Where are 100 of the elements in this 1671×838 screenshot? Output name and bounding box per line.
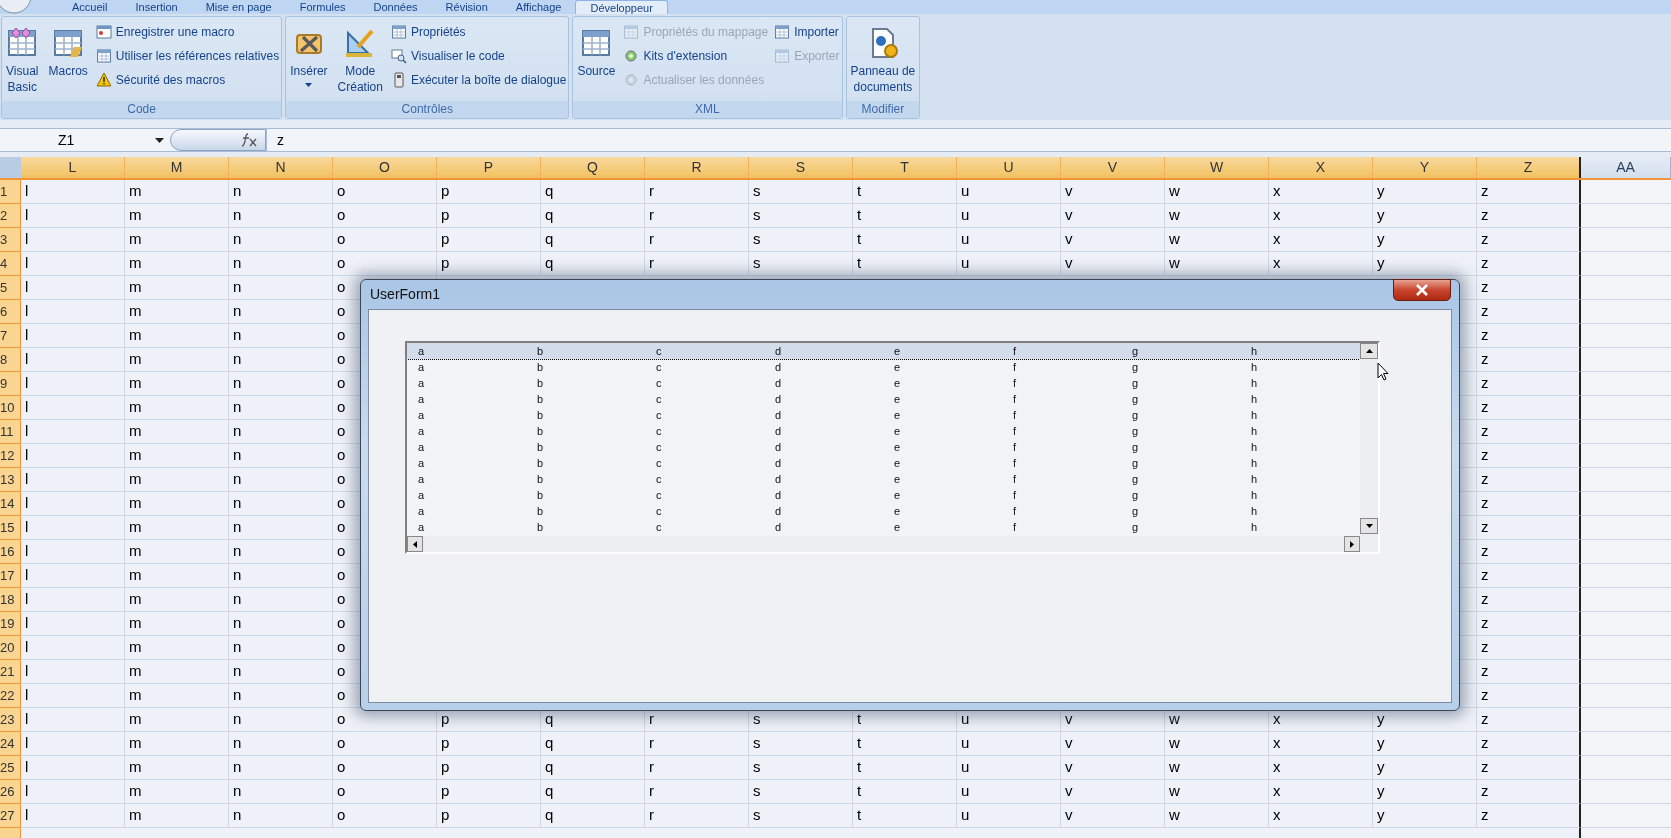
table-cell: x: [1269, 804, 1373, 828]
table-cell: n: [229, 588, 333, 612]
ribbon-button[interactable]: Visual Basic: [4, 21, 41, 101]
column-header[interactable]: R: [645, 157, 749, 178]
ribbon-button[interactable]: Insérer: [288, 21, 330, 101]
row-header[interactable]: 18: [0, 588, 21, 612]
record-icon: [95, 24, 112, 40]
scroll-down-button[interactable]: [1360, 518, 1378, 534]
row-header[interactable]: 12: [0, 444, 21, 468]
name-box[interactable]: Z1: [0, 129, 170, 151]
close-button[interactable]: [1393, 278, 1451, 301]
column-header[interactable]: W: [1165, 157, 1269, 178]
table-cell: m: [125, 660, 229, 684]
table-cell: m: [125, 276, 229, 300]
column-header[interactable]: L: [21, 157, 125, 178]
column-header[interactable]: V: [1061, 157, 1165, 178]
column-header[interactable]: O: [333, 157, 437, 178]
column-header[interactable]: P: [437, 157, 541, 178]
column-header[interactable]: Y: [1373, 157, 1477, 178]
scroll-left-button[interactable]: [407, 536, 423, 552]
row-header[interactable]: 24: [0, 732, 21, 756]
column-header[interactable]: X: [1269, 157, 1373, 178]
ribbon-button[interactable]: Macros: [46, 21, 90, 101]
row-header[interactable]: 3: [0, 228, 21, 252]
column-header[interactable]: S: [749, 157, 853, 178]
ribbon-button[interactable]: Mode Création: [335, 21, 385, 101]
ribbon-button[interactable]: Kits d'extension: [623, 47, 769, 65]
column-header[interactable]: T: [853, 157, 957, 178]
formula-handle[interactable]: [170, 129, 266, 151]
scroll-up-button[interactable]: [1360, 343, 1378, 359]
row-header[interactable]: 6: [0, 300, 21, 324]
table-cell: n: [229, 780, 333, 804]
ribbon-button[interactable]: Propriétés: [390, 23, 567, 41]
list-row[interactable]: a b c d e f g h: [407, 343, 1360, 359]
ribbon-tab[interactable]: Affichage: [501, 0, 576, 14]
ribbon-tab[interactable]: Révision: [431, 0, 502, 14]
table-cell: n: [229, 396, 333, 420]
column-header[interactable]: N: [229, 157, 333, 178]
table-cell: y: [1373, 804, 1477, 828]
ribbon-button[interactable]: Exécuter la boîte de dialogue: [390, 71, 567, 89]
table-cell: l: [21, 684, 125, 708]
row-header[interactable]: 10: [0, 396, 21, 420]
ribbon-button[interactable]: Sécurité des macros: [95, 71, 280, 89]
row-header[interactable]: 7: [0, 324, 21, 348]
column-header[interactable]: Q: [541, 157, 645, 178]
row-header[interactable]: 9: [0, 372, 21, 396]
row-header[interactable]: 8: [0, 348, 21, 372]
row-header[interactable]: 1: [0, 180, 21, 204]
table-cell: p: [437, 228, 541, 252]
ribbon-button[interactable]: Enregistrer une macro: [95, 23, 280, 41]
table-cell: m: [125, 564, 229, 588]
row-header[interactable]: 17: [0, 564, 21, 588]
table-cell: l: [21, 516, 125, 540]
row-header[interactable]: 25: [0, 756, 21, 780]
formula-field[interactable]: z: [266, 129, 1671, 151]
table-cell: y: [1373, 204, 1477, 228]
table-cell: w: [1165, 252, 1269, 276]
ribbon-button[interactable]: Visualiser le code: [390, 47, 567, 65]
row-header[interactable]: 13: [0, 468, 21, 492]
row-header[interactable]: 16: [0, 540, 21, 564]
list-box[interactable]: a b c d e f g h a b c d e f g h a b c d e f g h a b c d e f g h a b c d e f g h a b c d e f g h a b c d e f g h a b c d e f g h a b c d e f g h a b c d e f g h a b c d e f g h a b c d e f g h: [405, 341, 1380, 554]
row-header[interactable]: 11: [0, 420, 21, 444]
table-cell: x: [1269, 780, 1373, 804]
ribbon-button[interactable]: Utiliser les références relatives: [95, 47, 280, 65]
column-header[interactable]: U: [957, 157, 1061, 178]
row-header[interactable]: 19: [0, 612, 21, 636]
scroll-right-button[interactable]: [1344, 536, 1360, 552]
ribbon-button[interactable]: Panneau de documents: [848, 21, 918, 101]
ribbon-tab[interactable]: Formules: [285, 0, 360, 14]
table-cell: s: [749, 780, 853, 804]
function-icon[interactable]: [241, 133, 259, 147]
ribbon-tab[interactable]: Insertion: [121, 0, 192, 14]
row-header[interactable]: 21: [0, 660, 21, 684]
vertical-scrollbar[interactable]: [1360, 343, 1378, 552]
row-header[interactable]: 23: [0, 708, 21, 732]
row-header[interactable]: 2: [0, 204, 21, 228]
row-header[interactable]: 15: [0, 516, 21, 540]
row-header[interactable]: 5: [0, 276, 21, 300]
group-label: Modifier: [846, 101, 920, 118]
ribbon-tab[interactable]: Développeur: [575, 0, 668, 14]
row-header[interactable]: 26: [0, 780, 21, 804]
table-cell: u: [957, 252, 1061, 276]
ribbon-tab[interactable]: Accueil: [58, 0, 122, 14]
table-cell: o: [333, 180, 437, 204]
ribbon-button[interactable]: Importer: [774, 23, 840, 41]
row-header[interactable]: 4: [0, 252, 21, 276]
table-cell: p: [437, 804, 541, 828]
row-header[interactable]: 22: [0, 684, 21, 708]
table-cell: n: [229, 684, 333, 708]
column-header[interactable]: AA: [1581, 157, 1671, 178]
row-header[interactable]: 20: [0, 636, 21, 660]
ribbon-tab[interactable]: Données: [359, 0, 432, 14]
row-header[interactable]: 14: [0, 492, 21, 516]
table-cell: v: [1061, 804, 1165, 828]
ribbon-tab[interactable]: Mise en page: [191, 0, 286, 14]
column-header[interactable]: M: [125, 157, 229, 178]
column-header[interactable]: Z: [1477, 157, 1581, 178]
ribbon-button[interactable]: Source: [575, 21, 618, 101]
horizontal-scrollbar[interactable]: [407, 536, 1360, 552]
row-header[interactable]: 27: [0, 804, 21, 828]
